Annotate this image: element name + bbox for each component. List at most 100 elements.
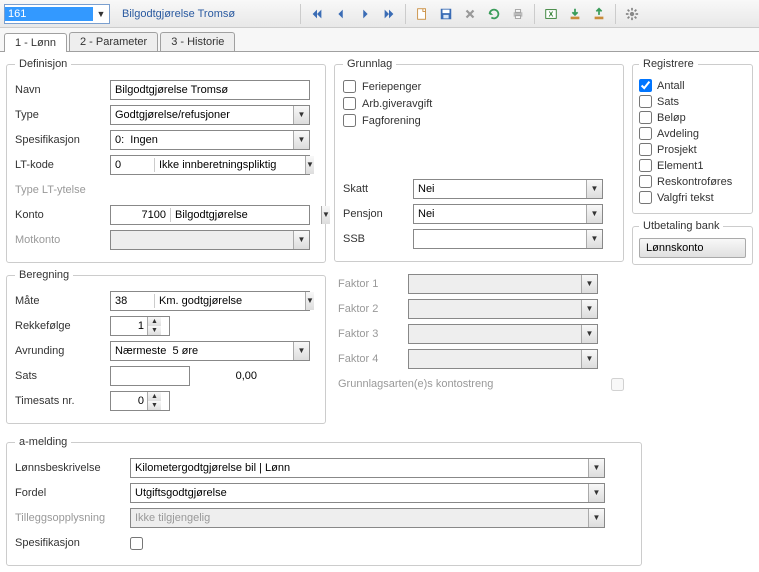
- konto-combo[interactable]: ▼: [110, 205, 310, 225]
- export-icon[interactable]: [589, 4, 609, 24]
- refresh-icon[interactable]: [484, 4, 504, 24]
- beregning-group: Beregning Måte ▼ Rekkefølge ▲▼ Avrunding…: [6, 269, 326, 424]
- chevron-down-icon[interactable]: ▼: [588, 459, 604, 477]
- ltkode-combo[interactable]: ▼: [110, 155, 310, 175]
- navn-label: Navn: [15, 84, 110, 96]
- ltytelse-label: Type LT-ytelse: [15, 184, 110, 196]
- motkonto-label: Motkonto: [15, 234, 110, 246]
- navn-input[interactable]: [110, 80, 310, 100]
- chevron-down-icon: ▼: [588, 509, 604, 527]
- antall-label: Antall: [657, 80, 685, 92]
- sats-checkbox[interactable]: [639, 95, 652, 108]
- sats-label: Sats: [15, 370, 110, 382]
- amelding-spesifikasjon-label: Spesifikasjon: [15, 537, 130, 549]
- delete-icon[interactable]: [460, 4, 480, 24]
- first-record-icon[interactable]: [307, 4, 327, 24]
- tab-lonn[interactable]: 1 - Lønn: [4, 33, 67, 52]
- chevron-down-icon[interactable]: ▼: [586, 180, 602, 198]
- element1-checkbox[interactable]: [639, 159, 652, 172]
- faktor2-combo: ▼: [408, 299, 598, 319]
- antall-checkbox[interactable]: [639, 79, 652, 92]
- faktor3-label: Faktor 3: [338, 328, 408, 340]
- sats-input[interactable]: [110, 366, 190, 386]
- chevron-down-icon[interactable]: ▼: [293, 342, 309, 360]
- belop-checkbox[interactable]: [639, 111, 652, 124]
- chevron-down-icon[interactable]: ▼: [293, 131, 309, 149]
- tilleggsopplysning-combo: ▼: [130, 508, 605, 528]
- grunnlagsart-checkbox: [611, 378, 624, 391]
- fagforening-checkbox[interactable]: [343, 114, 356, 127]
- utbetaling-group: Utbetaling bank Lønnskonto: [632, 220, 753, 265]
- spin-up-icon[interactable]: ▲: [148, 317, 161, 326]
- pensjon-label: Pensjon: [343, 208, 413, 220]
- next-record-icon[interactable]: [355, 4, 375, 24]
- prosjekt-label: Prosjekt: [657, 144, 697, 156]
- amelding-spesifikasjon-checkbox[interactable]: [130, 537, 143, 550]
- rekkefolge-label: Rekkefølge: [15, 320, 110, 332]
- record-id-combo[interactable]: ▼: [4, 4, 110, 24]
- chevron-down-icon: ▼: [581, 350, 597, 368]
- new-record-icon[interactable]: [412, 4, 432, 24]
- chevron-down-icon[interactable]: ▼: [586, 205, 602, 223]
- arbgiveravgift-checkbox[interactable]: [343, 97, 356, 110]
- ltkode-label: LT-kode: [15, 159, 110, 171]
- faktor3-combo: ▼: [408, 324, 598, 344]
- chevron-down-icon[interactable]: ▼: [586, 230, 602, 248]
- type-combo[interactable]: ▼: [110, 105, 310, 125]
- grunnlagsart-label: Grunnlagsarten(e)s kontostreng: [338, 378, 611, 390]
- pensjon-combo[interactable]: ▼: [413, 204, 603, 224]
- beregning-legend: Beregning: [15, 269, 73, 281]
- tab-historie[interactable]: 3 - Historie: [160, 32, 235, 51]
- reskontro-checkbox[interactable]: [639, 175, 652, 188]
- chevron-down-icon[interactable]: ▼: [321, 206, 330, 224]
- ssb-combo[interactable]: ▼: [413, 229, 603, 249]
- chevron-down-icon[interactable]: ▼: [588, 484, 604, 502]
- settings-icon[interactable]: [622, 4, 642, 24]
- type-label: Type: [15, 109, 110, 121]
- valgfri-checkbox[interactable]: [639, 191, 652, 204]
- faktor4-combo: ▼: [408, 349, 598, 369]
- chevron-down-icon[interactable]: ▼: [93, 9, 109, 19]
- print-icon[interactable]: [508, 4, 528, 24]
- lonnsbeskrivelse-combo[interactable]: ▼: [130, 458, 605, 478]
- amelding-legend: a-melding: [15, 436, 71, 448]
- mate-combo[interactable]: ▼: [110, 291, 310, 311]
- skatt-combo[interactable]: ▼: [413, 179, 603, 199]
- feriepenger-checkbox[interactable]: [343, 80, 356, 93]
- timesats-label: Timesats nr.: [15, 395, 110, 407]
- avrunding-label: Avrunding: [15, 345, 110, 357]
- tab-parameter[interactable]: 2 - Parameter: [69, 32, 158, 51]
- prev-record-icon[interactable]: [331, 4, 351, 24]
- chevron-down-icon: ▼: [581, 275, 597, 293]
- spin-down-icon[interactable]: ▼: [148, 401, 161, 410]
- chevron-down-icon: ▼: [581, 325, 597, 343]
- ssb-label: SSB: [343, 233, 413, 245]
- record-id-input[interactable]: [5, 7, 93, 21]
- rekkefolge-spinner[interactable]: ▲▼: [110, 316, 170, 336]
- arbgiveravgift-label: Arb.giveravgift: [362, 98, 432, 110]
- import-icon[interactable]: [565, 4, 585, 24]
- chevron-down-icon[interactable]: ▼: [293, 106, 309, 124]
- avdeling-checkbox[interactable]: [639, 127, 652, 140]
- skatt-label: Skatt: [343, 183, 413, 195]
- save-icon[interactable]: [436, 4, 456, 24]
- chevron-down-icon: ▼: [293, 231, 309, 249]
- faktor4-label: Faktor 4: [338, 353, 408, 365]
- chevron-down-icon[interactable]: ▼: [305, 156, 314, 174]
- timesats-spinner[interactable]: ▲▼: [110, 391, 170, 411]
- registrere-group: Registrere Antall Sats Beløp Avdeling Pr…: [632, 58, 753, 214]
- valgfri-label: Valgfri tekst: [657, 192, 714, 204]
- spin-up-icon[interactable]: ▲: [148, 392, 161, 401]
- last-record-icon[interactable]: [379, 4, 399, 24]
- fordel-combo[interactable]: ▼: [130, 483, 605, 503]
- avrunding-combo[interactable]: ▼: [110, 341, 310, 361]
- spesifikasjon-combo[interactable]: ▼: [110, 130, 310, 150]
- spin-down-icon[interactable]: ▼: [148, 326, 161, 335]
- excel-export-icon[interactable]: X: [541, 4, 561, 24]
- sats-reg-label: Sats: [657, 96, 679, 108]
- mate-label: Måte: [15, 295, 110, 307]
- chevron-down-icon: ▼: [581, 300, 597, 318]
- chevron-down-icon[interactable]: ▼: [305, 292, 314, 310]
- prosjekt-checkbox[interactable]: [639, 143, 652, 156]
- lonnskonto-button[interactable]: Lønnskonto: [639, 238, 746, 258]
